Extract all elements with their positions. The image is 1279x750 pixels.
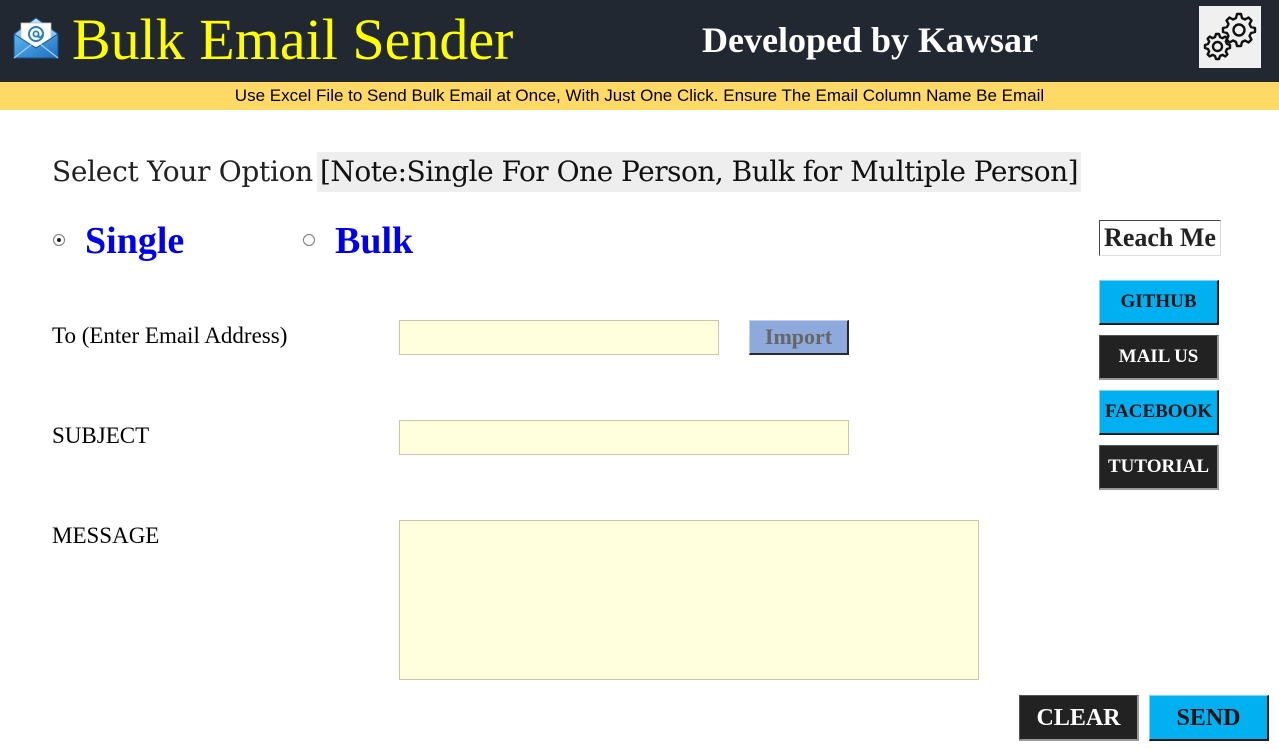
- github-button[interactable]: GITHUB: [1099, 280, 1219, 325]
- bulk-radio-label[interactable]: Bulk: [335, 219, 413, 263]
- bulk-radio[interactable]: [303, 234, 315, 246]
- app-header: Bulk Email Sender Developed by Kawsar: [0, 0, 1279, 82]
- subject-input[interactable]: [399, 420, 849, 455]
- message-textarea[interactable]: [399, 520, 979, 680]
- bulk-email-sender-window: Bulk Email Sender Developed by Kawsar Us…: [0, 0, 1279, 750]
- tutorial-button[interactable]: TUTORIAL: [1099, 445, 1219, 490]
- option-note: [Note:Single For One Person, Bulk for Mu…: [317, 152, 1082, 192]
- app-title: Bulk Email Sender: [72, 7, 514, 72]
- settings-button[interactable]: [1199, 6, 1261, 68]
- reach-me-title: Reach Me: [1099, 220, 1221, 256]
- to-email-input[interactable]: [399, 320, 719, 355]
- instructions-banner: Use Excel File to Send Bulk Email at Onc…: [0, 82, 1279, 110]
- select-option-label: Select Your Option: [52, 155, 313, 188]
- message-label: MESSAGE: [52, 523, 160, 548]
- single-radio[interactable]: [53, 234, 65, 246]
- gear-icon: [1203, 12, 1257, 61]
- send-button[interactable]: SEND: [1149, 695, 1269, 741]
- mail-us-button[interactable]: MAIL US: [1099, 335, 1219, 380]
- facebook-button[interactable]: FACEBOOK: [1099, 390, 1219, 435]
- import-button[interactable]: Import: [749, 320, 849, 355]
- email-envelope-icon: [10, 14, 62, 64]
- to-label: To (Enter Email Address): [52, 323, 288, 348]
- developer-credit: Developed by Kawsar: [702, 20, 1038, 60]
- clear-button[interactable]: CLEAR: [1019, 695, 1139, 741]
- subject-label: SUBJECT: [52, 423, 150, 448]
- single-radio-label[interactable]: Single: [85, 219, 184, 263]
